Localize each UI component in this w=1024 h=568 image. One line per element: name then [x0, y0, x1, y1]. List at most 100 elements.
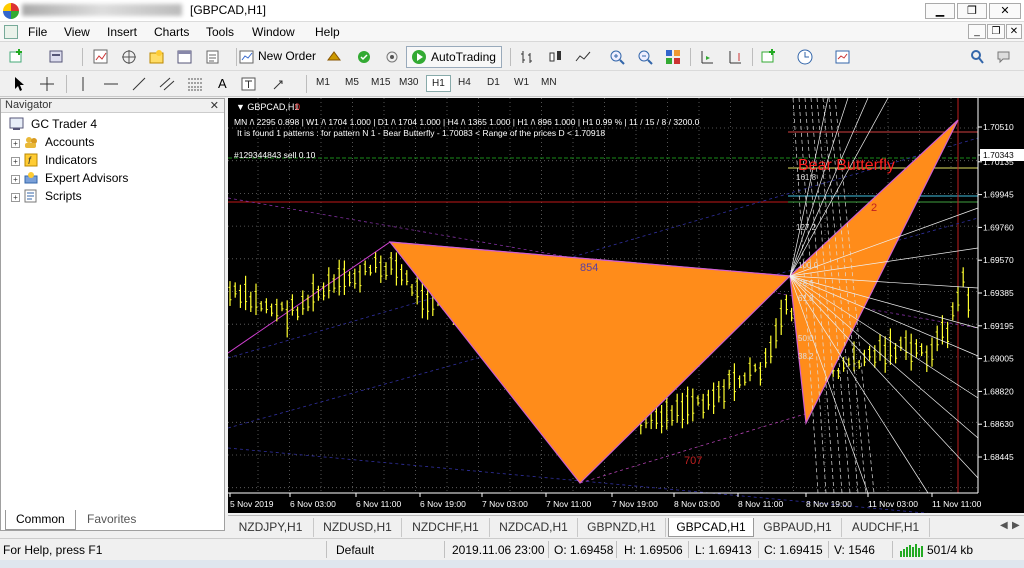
- menu-file[interactable]: File: [28, 25, 47, 39]
- strategy-tester-icon[interactable]: [204, 48, 222, 66]
- price-tick-label: 1.69005: [983, 354, 1014, 364]
- expand-icon[interactable]: +: [11, 175, 20, 184]
- expert-advisors-icon: [24, 172, 38, 184]
- price-tick-label: 1.70135: [983, 157, 1014, 167]
- minimize-button[interactable]: ▁: [925, 3, 955, 19]
- symbol-tab[interactable]: AUDCHF,H1: [842, 518, 930, 537]
- symbol-tabs: NZDJPY,H1 NZDUSD,H1 NZDCHF,H1 NZDCAD,H1 …: [228, 515, 1024, 537]
- menu-view[interactable]: View: [64, 25, 90, 39]
- symbol-tab[interactable]: NZDCHF,H1: [402, 518, 490, 537]
- vertical-line-icon[interactable]: [74, 75, 92, 93]
- tf-m15[interactable]: M15: [371, 77, 390, 88]
- fib-label-500: 50.0: [798, 334, 814, 343]
- navigator-icon[interactable]: [148, 48, 166, 66]
- history-center-icon[interactable]: [325, 48, 343, 66]
- label-2: 2: [871, 202, 877, 214]
- autotrading-button[interactable]: AutoTrading: [406, 46, 502, 68]
- tree-item-scripts[interactable]: + Scripts: [11, 189, 82, 205]
- tab-scroll-right-icon[interactable]: ▶: [1012, 520, 1020, 531]
- tree-item-accounts[interactable]: + Accounts: [11, 135, 94, 151]
- zoom-in-icon[interactable]: [608, 48, 626, 66]
- broadcast-icon[interactable]: [383, 48, 401, 66]
- symbol-tab[interactable]: GBPNZD,H1: [578, 518, 666, 537]
- auto-scroll-icon[interactable]: [726, 48, 744, 66]
- tree-item-expert-advisors[interactable]: + Expert Advisors: [11, 171, 128, 187]
- tf-h4[interactable]: H4: [458, 77, 471, 88]
- chat-icon[interactable]: [996, 48, 1014, 66]
- candlesticks-icon[interactable]: [546, 48, 564, 66]
- tf-m1[interactable]: M1: [316, 77, 330, 88]
- time-tick-label: 7 Nov 19:00: [612, 499, 658, 509]
- tf-mn[interactable]: MN: [541, 77, 557, 88]
- status-help: For Help, press F1: [3, 543, 103, 557]
- status-profile: Default: [336, 543, 375, 557]
- mdi-minimize-button[interactable]: _: [968, 24, 986, 39]
- new-order-button[interactable]: New Order: [258, 49, 316, 63]
- tf-d1[interactable]: D1: [487, 77, 500, 88]
- blurred-account-title: [22, 4, 182, 16]
- autotrading-label: AutoTrading: [431, 50, 496, 64]
- restore-button[interactable]: ❐: [957, 3, 987, 19]
- chart-shift-icon[interactable]: [698, 48, 716, 66]
- menu-help[interactable]: Help: [315, 25, 340, 39]
- tree-root[interactable]: GC Trader 4: [9, 117, 97, 133]
- signals-icon[interactable]: [355, 48, 373, 66]
- zoom-out-icon[interactable]: [636, 48, 654, 66]
- tf-m30[interactable]: M30: [399, 77, 418, 88]
- fib-label-100: 100.0: [798, 261, 819, 270]
- new-chart-icon[interactable]: [8, 48, 26, 66]
- time-tick-label: 6 Nov 03:00: [290, 499, 336, 509]
- fibonacci-icon[interactable]: [186, 75, 204, 93]
- templates-icon[interactable]: [834, 48, 852, 66]
- bar-chart-icon[interactable]: [518, 48, 536, 66]
- trendline-icon[interactable]: [130, 75, 148, 93]
- text-label-icon[interactable]: [240, 75, 258, 93]
- symbol-tab[interactable]: NZDUSD,H1: [314, 518, 402, 537]
- expand-icon[interactable]: +: [11, 157, 20, 166]
- accounts-icon: [25, 137, 37, 148]
- tf-w1[interactable]: W1: [514, 77, 529, 88]
- channel-icon[interactable]: [158, 75, 176, 93]
- symbol-tab[interactable]: GBPAUD,H1: [754, 518, 842, 537]
- search-icon[interactable]: [968, 48, 986, 66]
- text-tool-icon[interactable]: A: [218, 76, 227, 91]
- tf-m5[interactable]: M5: [345, 77, 359, 88]
- profiles-icon[interactable]: [48, 48, 66, 66]
- symbol-tab-active[interactable]: GBPCAD,H1: [668, 518, 754, 537]
- tab-scroll-left-icon[interactable]: ◀: [1000, 520, 1008, 531]
- navigator-close-icon[interactable]: ✕: [210, 99, 219, 112]
- data-window-icon[interactable]: [120, 48, 138, 66]
- menu-tools[interactable]: Tools: [206, 25, 234, 39]
- mdi-restore-button[interactable]: ❐: [987, 24, 1005, 39]
- price-chart[interactable]: ▼ GBPCAD,H1 0 MN /\ 2295 0.898 | W1 /\ 1…: [228, 98, 1024, 513]
- expand-icon[interactable]: +: [11, 193, 20, 202]
- tab-favorites[interactable]: Favorites: [77, 510, 146, 530]
- tf-h1[interactable]: H1: [426, 75, 451, 92]
- crosshair-icon[interactable]: [38, 75, 56, 93]
- cursor-icon[interactable]: [10, 75, 28, 93]
- close-button[interactable]: ✕: [989, 3, 1021, 19]
- menu-insert[interactable]: Insert: [107, 25, 137, 39]
- tab-common[interactable]: Common: [5, 510, 76, 530]
- indicators-list-icon[interactable]: [760, 48, 778, 66]
- line-chart-icon[interactable]: [574, 48, 592, 66]
- menu-charts[interactable]: Charts: [154, 25, 189, 39]
- indicators-icon: f: [24, 153, 38, 167]
- expand-icon[interactable]: +: [11, 139, 20, 148]
- arrows-icon[interactable]: [270, 75, 288, 93]
- chart-canvas[interactable]: ▼ GBPCAD,H1 0 MN /\ 2295 0.898 | W1 /\ 1…: [228, 98, 1024, 513]
- status-low: L: 1.69413: [695, 543, 752, 557]
- horizontal-line-icon[interactable]: [102, 75, 120, 93]
- tree-item-indicators[interactable]: + f Indicators: [11, 153, 97, 169]
- market-watch-icon[interactable]: [92, 48, 110, 66]
- menu-window[interactable]: Window: [252, 25, 295, 39]
- periods-icon[interactable]: [796, 48, 814, 66]
- symbol-tab[interactable]: NZDCAD,H1: [490, 518, 578, 537]
- time-tick-label: 7 Nov 11:00: [546, 499, 591, 509]
- tile-windows-icon[interactable]: [664, 48, 682, 66]
- symbol-tab[interactable]: NZDJPY,H1: [228, 518, 314, 537]
- new-order-icon[interactable]: [238, 48, 256, 66]
- mdi-close-button[interactable]: ✕: [1006, 24, 1022, 39]
- terminal-icon[interactable]: [176, 48, 194, 66]
- price-tick-label: 1.68630: [983, 419, 1014, 429]
